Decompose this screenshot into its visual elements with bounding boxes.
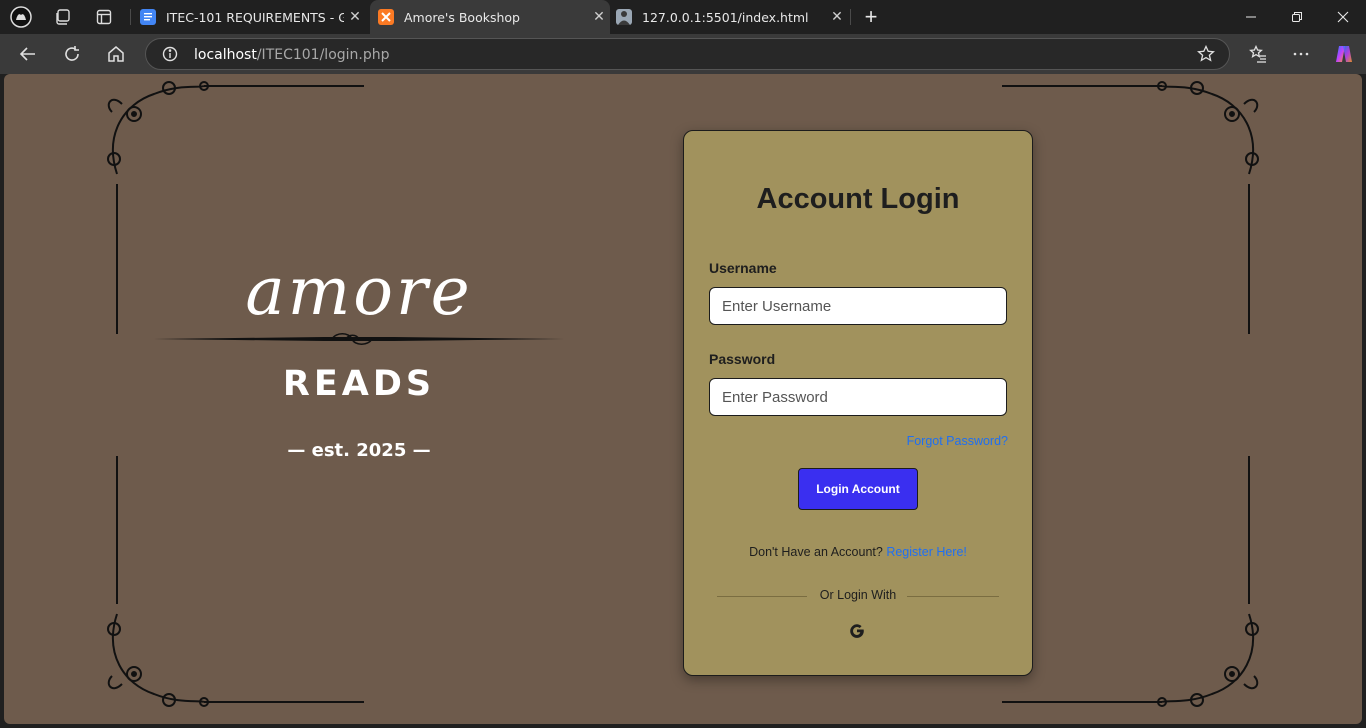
browser-toolbar: localhost/ITEC101/login.php <box>0 34 1366 74</box>
tab-actions-icon[interactable] <box>93 6 115 28</box>
brand-tagline: — est. 2025 — <box>287 440 431 461</box>
more-icon[interactable] <box>1287 40 1315 68</box>
login-title: Account Login <box>756 183 960 215</box>
tab-title: ITEC-101 REQUIREMENTS - Goog <box>166 9 344 25</box>
brand-name: READS <box>282 364 436 404</box>
docs-favicon-icon <box>140 9 156 25</box>
profile-icon[interactable] <box>10 6 32 28</box>
tab-itec-requirements[interactable]: ITEC-101 REQUIREMENTS - Goog ✕ <box>136 0 366 34</box>
brand-script-name: amore <box>245 253 473 330</box>
register-link[interactable]: Register Here! <box>886 545 967 559</box>
brand-divider-ornament <box>154 332 564 346</box>
tab-title: Amore's Bookshop <box>404 9 520 25</box>
url-text[interactable]: localhost/ITEC101/login.php <box>194 47 390 63</box>
xampp-favicon-icon <box>378 9 394 25</box>
or-divider: Or Login With <box>717 588 999 604</box>
no-account-text: Don't Have an Account? <box>749 545 883 559</box>
person-favicon-icon <box>616 9 632 25</box>
site-info-icon[interactable] <box>162 46 178 67</box>
favorites-icon[interactable] <box>1244 40 1272 68</box>
new-tab-button[interactable]: + <box>860 4 882 29</box>
address-bar[interactable]: localhost/ITEC101/login.php <box>145 38 1230 70</box>
url-path: /ITEC101/login.php <box>256 47 390 63</box>
refresh-icon[interactable] <box>58 40 86 68</box>
copilot-icon[interactable] <box>1330 40 1358 68</box>
url-host: localhost <box>194 47 257 63</box>
close-tab-icon[interactable]: ✕ <box>588 9 610 25</box>
username-label: Username <box>709 260 777 276</box>
tab-title: 127.0.0.1:5501/index.html <box>642 9 809 25</box>
tab-strip: ITEC-101 REQUIREMENTS - Goog ✕ Amore's B… <box>0 0 1366 34</box>
login-page: amore READS — est. 2025 — Account Login … <box>4 74 1362 724</box>
back-icon[interactable] <box>14 40 42 68</box>
or-login-with-text: Or Login With <box>819 588 897 602</box>
login-card: Account Login Username Password Forgot P… <box>683 130 1033 676</box>
google-icon[interactable] <box>847 621 867 641</box>
password-input[interactable] <box>709 378 1007 416</box>
password-label: Password <box>709 351 776 367</box>
close-tab-icon[interactable]: ✕ <box>826 9 848 25</box>
close-window-icon[interactable] <box>1320 0 1366 34</box>
restore-icon[interactable] <box>1274 0 1320 34</box>
favorite-star-icon[interactable] <box>1197 44 1215 68</box>
login-button[interactable]: Login Account <box>798 468 918 510</box>
forgot-password-link[interactable]: Forgot Password? <box>907 434 1008 448</box>
register-prompt: Don't Have an Account? Register Here! <box>684 545 1032 559</box>
home-icon[interactable] <box>102 40 130 68</box>
minimize-icon[interactable] <box>1228 0 1274 34</box>
tab-localhost-index[interactable]: 127.0.0.1:5501/index.html ✕ <box>612 0 848 34</box>
close-tab-icon[interactable]: ✕ <box>344 9 366 25</box>
workspaces-icon[interactable] <box>52 6 74 28</box>
username-input[interactable] <box>709 287 1007 325</box>
brand-logo: amore READS — est. 2025 — <box>154 249 564 479</box>
tab-amores-bookshop[interactable]: Amore's Bookshop ✕ <box>370 0 610 34</box>
